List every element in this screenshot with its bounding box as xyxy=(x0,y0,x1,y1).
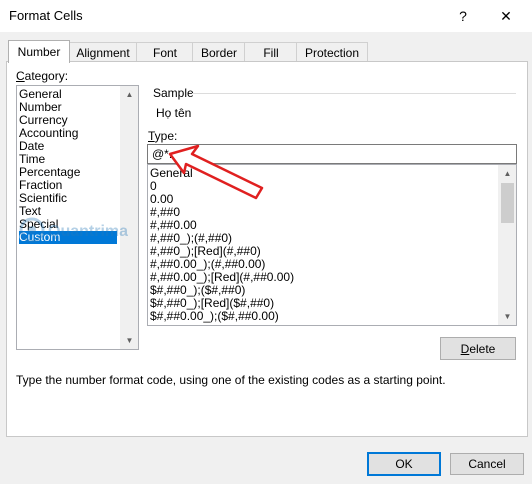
annotation-arrow-icon xyxy=(168,144,264,200)
tab-label: Number xyxy=(17,45,61,59)
tab-number[interactable]: Number xyxy=(8,40,70,63)
